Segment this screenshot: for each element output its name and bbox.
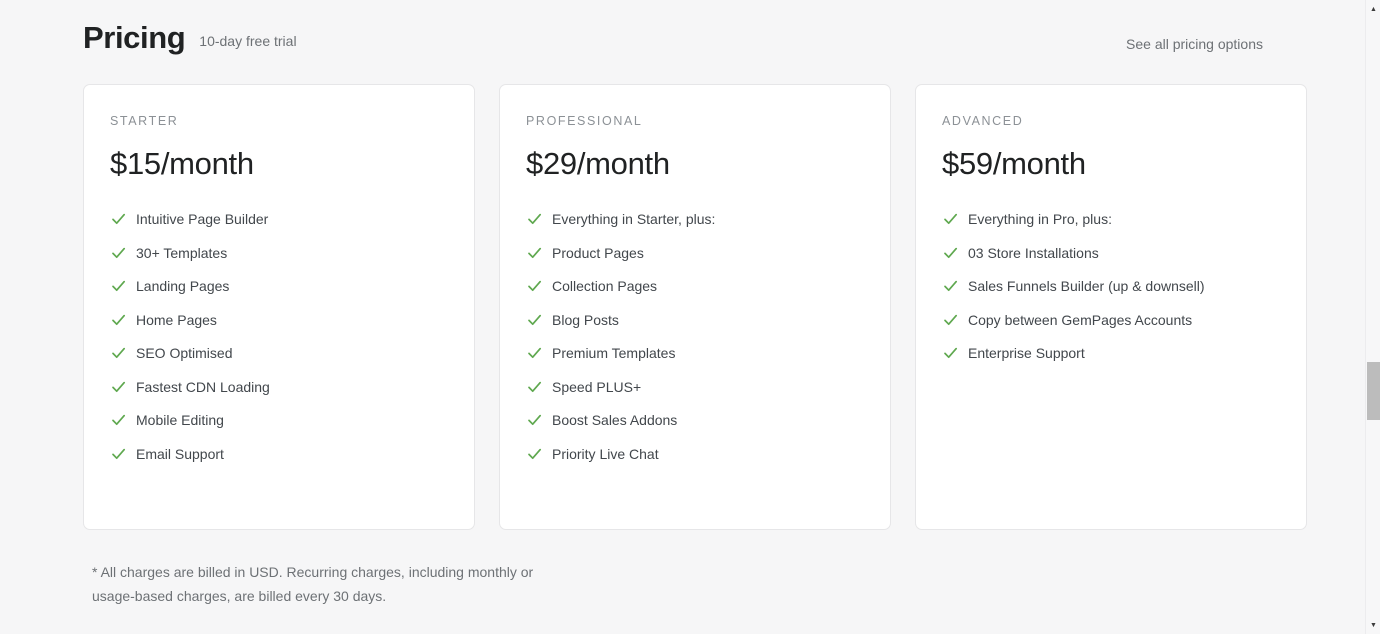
check-icon bbox=[110, 410, 127, 430]
scroll-up-arrow-icon[interactable]: ▲ bbox=[1366, 2, 1380, 16]
feature-label: Copy between GemPages Accounts bbox=[968, 311, 1193, 328]
feature-list: Everything in Starter, plus: Product Pag… bbox=[526, 209, 864, 464]
pricing-page: Pricing 10-day free trial See all pricin… bbox=[0, 0, 1366, 634]
check-icon bbox=[942, 209, 959, 229]
check-icon bbox=[526, 377, 543, 397]
plan-price: $59/month bbox=[942, 146, 1086, 181]
free-trial-subtitle: 10-day free trial bbox=[199, 33, 297, 49]
feature-label: Product Pages bbox=[552, 244, 644, 261]
feature-item: Enterprise Support bbox=[942, 343, 1280, 363]
check-icon bbox=[110, 343, 127, 363]
check-icon bbox=[942, 310, 959, 330]
plan-price: $29/month bbox=[526, 146, 670, 181]
pricing-cards-row: STARTER $15/month Intuitive Page Builder… bbox=[83, 84, 1308, 530]
check-icon bbox=[110, 444, 127, 464]
feature-item: Boost Sales Addons bbox=[526, 410, 864, 430]
check-icon bbox=[942, 243, 959, 263]
feature-item: Priority Live Chat bbox=[526, 444, 864, 464]
feature-item: Everything in Pro, plus: bbox=[942, 209, 1280, 229]
check-icon bbox=[526, 343, 543, 363]
feature-label: SEO Optimised bbox=[136, 345, 233, 361]
feature-label: Priority Live Chat bbox=[552, 445, 659, 462]
see-all-pricing-options-link[interactable]: See all pricing options bbox=[1126, 36, 1263, 52]
plan-name: STARTER bbox=[110, 114, 179, 128]
check-icon bbox=[526, 310, 543, 330]
feature-item: Everything in Starter, plus: bbox=[526, 209, 864, 229]
check-icon bbox=[110, 276, 127, 296]
check-icon bbox=[110, 310, 127, 330]
feature-list: Everything in Pro, plus: 03 Store Instal… bbox=[942, 209, 1280, 363]
scrollbar-thumb[interactable] bbox=[1367, 362, 1380, 420]
vertical-scrollbar[interactable]: ▲ ▼ bbox=[1365, 0, 1380, 634]
feature-list: Intuitive Page Builder 30+ Templates Lan… bbox=[110, 209, 448, 464]
feature-item: Home Pages bbox=[110, 310, 448, 330]
feature-item: Mobile Editing bbox=[110, 410, 448, 430]
check-icon bbox=[526, 276, 543, 296]
check-icon bbox=[526, 444, 543, 464]
feature-label: Sales Funnels Builder (up & downsell) bbox=[968, 278, 1205, 294]
feature-item: Collection Pages bbox=[526, 276, 864, 296]
feature-label: Intuitive Page Builder bbox=[136, 211, 269, 227]
check-icon bbox=[526, 209, 543, 229]
browser-viewport: Pricing 10-day free trial See all pricin… bbox=[0, 0, 1380, 634]
check-icon bbox=[110, 377, 127, 397]
feature-label: Home Pages bbox=[136, 311, 217, 328]
feature-item: 03 Store Installations bbox=[942, 243, 1280, 263]
feature-item: Product Pages bbox=[526, 243, 864, 263]
feature-item: Copy between GemPages Accounts bbox=[942, 310, 1280, 330]
scrollbar-track[interactable] bbox=[1367, 16, 1380, 618]
feature-label: Enterprise Support bbox=[968, 345, 1085, 361]
feature-label: Collection Pages bbox=[552, 278, 658, 294]
pricing-card-starter[interactable]: STARTER $15/month Intuitive Page Builder… bbox=[83, 84, 475, 530]
feature-label: Everything in Starter, plus: bbox=[552, 211, 716, 227]
feature-label: Landing Pages bbox=[136, 278, 230, 294]
check-icon bbox=[110, 209, 127, 229]
feature-item: 30+ Templates bbox=[110, 243, 448, 263]
feature-label: 03 Store Installations bbox=[968, 244, 1099, 261]
plan-name: PROFESSIONAL bbox=[526, 114, 643, 128]
check-icon bbox=[526, 243, 543, 263]
feature-label: Mobile Editing bbox=[136, 412, 224, 428]
feature-item: Intuitive Page Builder bbox=[110, 209, 448, 229]
feature-item: Sales Funnels Builder (up & downsell) bbox=[942, 276, 1280, 296]
page-title: Pricing bbox=[83, 20, 186, 55]
feature-item: Speed PLUS+ bbox=[526, 377, 864, 397]
feature-label: Boost Sales Addons bbox=[552, 412, 678, 428]
feature-item: Email Support bbox=[110, 444, 448, 464]
page-header-left: Pricing 10-day free trial bbox=[83, 18, 297, 58]
check-icon bbox=[110, 243, 127, 263]
plan-price: $15/month bbox=[110, 146, 254, 181]
feature-item: Landing Pages bbox=[110, 276, 448, 296]
feature-label: Speed PLUS+ bbox=[552, 378, 642, 395]
feature-label: Email Support bbox=[136, 445, 224, 462]
check-icon bbox=[942, 276, 959, 296]
feature-item: Fastest CDN Loading bbox=[110, 377, 448, 397]
feature-item: Premium Templates bbox=[526, 343, 864, 363]
feature-label: Premium Templates bbox=[552, 345, 676, 361]
plan-name: ADVANCED bbox=[942, 114, 1024, 128]
feature-label: Everything in Pro, plus: bbox=[968, 211, 1112, 227]
feature-label: Fastest CDN Loading bbox=[136, 378, 270, 395]
page-header: Pricing 10-day free trial See all pricin… bbox=[83, 18, 1283, 66]
check-icon bbox=[942, 343, 959, 363]
pricing-card-advanced[interactable]: ADVANCED $59/month Everything in Pro, pl… bbox=[915, 84, 1307, 530]
feature-label: 30+ Templates bbox=[136, 244, 228, 261]
scroll-down-arrow-icon[interactable]: ▼ bbox=[1366, 618, 1380, 632]
feature-item: Blog Posts bbox=[526, 310, 864, 330]
pricing-card-professional[interactable]: PROFESSIONAL $29/month Everything in Sta… bbox=[499, 84, 891, 530]
feature-item: SEO Optimised bbox=[110, 343, 448, 363]
check-icon bbox=[526, 410, 543, 430]
feature-label: Blog Posts bbox=[552, 311, 619, 328]
billing-footnote: * All charges are billed in USD. Recurri… bbox=[92, 564, 534, 604]
